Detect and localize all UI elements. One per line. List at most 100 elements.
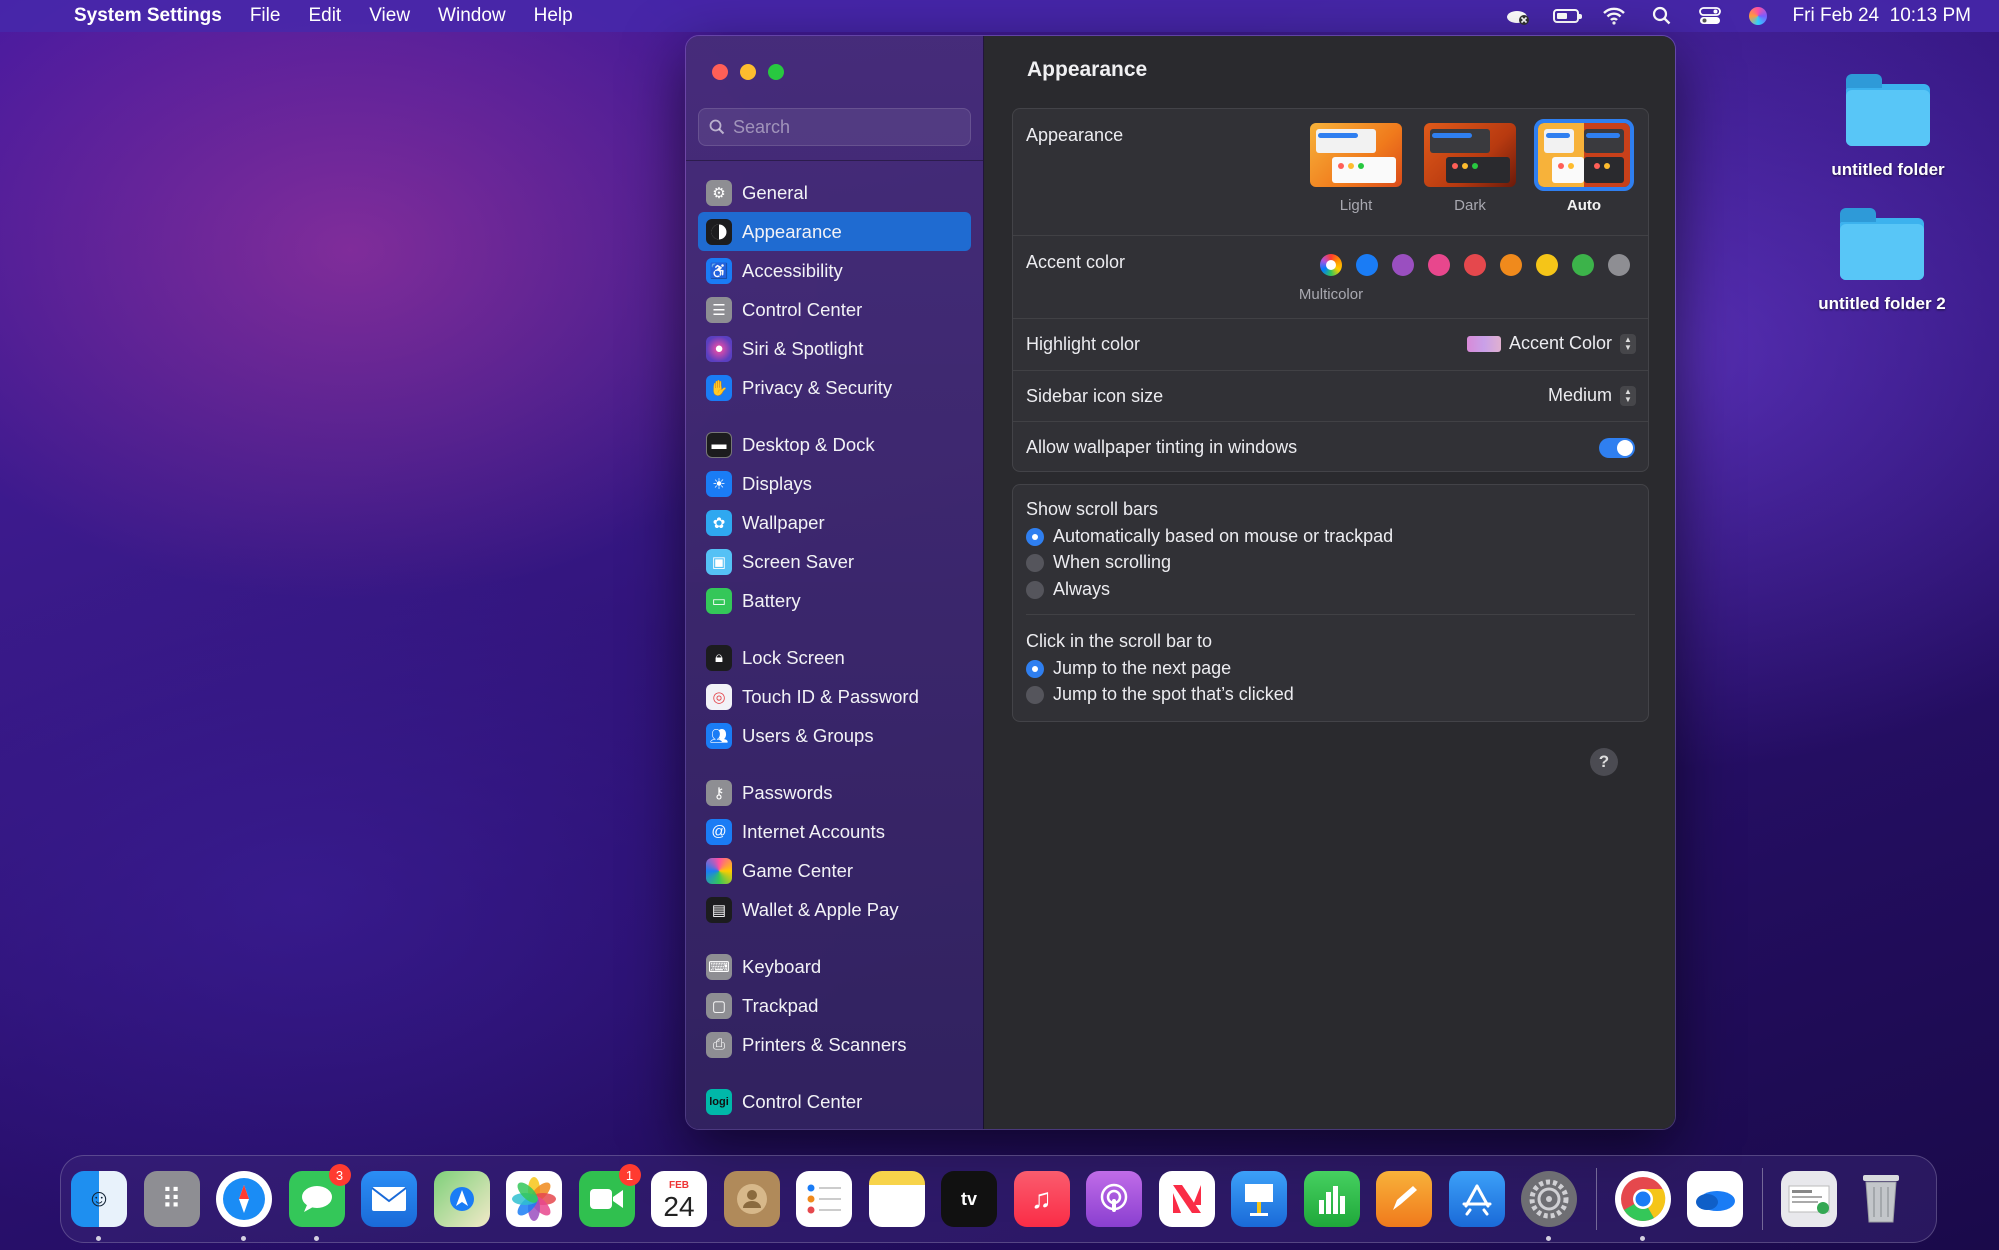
scroll-bars-auto-option[interactable]: Automatically based on mouse or trackpad [1026,526,1393,547]
launchpad-icon[interactable]: ⠿ [143,1171,200,1227]
menu-help[interactable]: Help [520,5,587,27]
close-button[interactable] [712,64,728,80]
onedrive-icon[interactable] [1687,1171,1743,1227]
folder-label: untitled folder 2 [1818,294,1946,313]
click-next-page-option[interactable]: Jump to the next page [1026,658,1231,679]
sidebar-item-label: Touch ID & Password [742,685,919,707]
sidebar-item-passwords[interactable]: ⚷ Passwords [698,773,971,812]
accent-graphite-swatch[interactable] [1608,254,1630,276]
reminders-icon[interactable] [796,1171,852,1227]
sidebar-item-logi-control-center[interactable]: logi Control Center [698,1082,971,1121]
podcasts-icon[interactable] [1086,1171,1142,1227]
sidebar-item-desktop-dock[interactable]: ▬ Desktop & Dock [698,425,971,464]
calendar-icon[interactable]: FEB 24 [651,1171,707,1227]
accent-multicolor-swatch[interactable] [1320,254,1342,276]
messages-icon[interactable]: 3 [288,1164,351,1241]
sidebar-icon-size-popup[interactable]: Medium ▲ ▼ [1548,385,1636,406]
menu-clock[interactable]: Fri Feb 24 10:13 PM [1793,5,1971,27]
window-preview [1432,133,1472,138]
control-center-icon[interactable] [1697,6,1723,26]
apple-tv-icon[interactable]: tv [941,1171,997,1227]
contacts-icon[interactable] [723,1171,780,1227]
sidebar-item-siri-spotlight[interactable]: ● Siri & Spotlight [698,329,971,368]
wifi-icon[interactable] [1601,6,1627,26]
game-center-icon [706,857,732,884]
finder-icon[interactable]: ☺ [71,1171,127,1241]
news-icon[interactable] [1158,1171,1215,1227]
search-field[interactable] [698,108,971,146]
app-menu[interactable]: System Settings [72,5,236,27]
radio-label: Automatically based on mouse or trackpad [1053,526,1394,546]
sidebar-item-privacy-security[interactable]: ✋ Privacy & Security [698,368,971,407]
wallpaper-tinting-toggle[interactable] [1599,438,1635,458]
menu-view[interactable]: View [355,5,424,27]
sidebar-item-label: Battery [742,589,801,611]
sidebar-item-appearance[interactable]: Appearance [698,212,971,251]
accent-orange-swatch[interactable] [1500,254,1522,276]
scroll-bars-always-option[interactable]: Always [1026,579,1110,600]
sidebar-item-displays[interactable]: ☀ Displays [698,464,971,503]
zoom-button[interactable] [768,64,784,80]
accent-blue-swatch[interactable] [1356,254,1378,276]
trash-icon[interactable] [1853,1171,1909,1227]
spotlight-search-icon[interactable] [1649,6,1675,26]
sidebar-item-general[interactable]: ⚙ General [698,173,971,212]
menu-edit[interactable]: Edit [294,5,355,27]
maps-icon[interactable] [433,1171,490,1227]
siri-icon[interactable] [1745,6,1771,26]
sidebar-item-screen-saver[interactable]: ▣ Screen Saver [698,542,971,581]
sidebar-item-wallpaper[interactable]: ✿ Wallpaper [698,503,971,542]
app-store-icon[interactable] [1448,1171,1505,1227]
accent-green-swatch[interactable] [1572,254,1594,276]
sidebar-item-control-center[interactable]: ☰ Control Center [698,290,971,329]
photos-icon[interactable] [506,1171,562,1227]
accent-pink-swatch[interactable] [1428,254,1450,276]
help-button[interactable]: ? [1590,748,1618,776]
accent-purple-swatch[interactable] [1392,254,1414,276]
notes-icon[interactable] [868,1171,925,1227]
sidebar-item-keyboard[interactable]: ⌨ Keyboard [698,947,971,986]
keyboard-icon: ⌨ [706,953,732,980]
window-preview [1584,157,1624,183]
sidebar-item-users-groups[interactable]: 👥︎ Users & Groups [698,716,971,755]
menu-window[interactable]: Window [424,5,520,27]
sidebar-item-accessibility[interactable]: ♿ Accessibility [698,251,971,290]
dock-divider [1595,1168,1597,1230]
system-settings-icon[interactable] [1521,1171,1577,1241]
safari-icon[interactable] [216,1171,272,1241]
highlight-color-popup[interactable]: Accent Color ▲ ▼ [1466,333,1636,354]
theme-auto-option[interactable]: Auto [1534,119,1634,214]
sidebar-item-trackpad[interactable]: ▢ Trackpad [698,986,971,1025]
accent-yellow-swatch[interactable] [1536,254,1558,276]
sidebar-item-touch-id[interactable]: ◎ Touch ID & Password [698,677,971,716]
desktop-folder[interactable]: untitled folder 2 [1797,208,1967,314]
scroll-bars-scrolling-option[interactable]: When scrolling [1026,552,1171,573]
minimize-button[interactable] [740,64,756,80]
desktop-folder[interactable]: untitled folder [1803,74,1973,180]
sidebar-item-internet-accounts[interactable]: @ Internet Accounts [698,812,971,851]
accent-red-swatch[interactable] [1464,254,1486,276]
sidebar-item-game-center[interactable]: Game Center [698,851,971,890]
theme-dark-option[interactable]: Dark [1422,123,1518,214]
battery-icon[interactable] [1552,6,1582,26]
pages-icon[interactable] [1376,1171,1432,1227]
facetime-icon[interactable]: 1 [578,1164,641,1227]
key-icon: ⚷ [706,779,732,806]
wallpaper-tinting-label: Allow wallpaper tinting in windows [1026,437,1298,457]
keynote-icon[interactable] [1231,1171,1287,1227]
mail-icon[interactable] [361,1171,417,1227]
click-spot-option[interactable]: Jump to the spot that’s clicked [1026,684,1294,705]
sidebar-item-printers-scanners[interactable]: ⎙ Printers & Scanners [698,1025,971,1064]
chrome-icon[interactable] [1614,1171,1671,1241]
numbers-icon[interactable] [1303,1171,1360,1227]
sidebar-item-battery[interactable]: ▭ Battery [698,581,971,620]
sidebar-item-wallet[interactable]: ▤ Wallet & Apple Pay [698,890,971,929]
sidebar-item-lock-screen[interactable]: 🔒︎ Lock Screen [698,638,971,677]
downloads-stack-icon[interactable] [1780,1171,1837,1227]
search-input[interactable] [733,116,953,138]
theme-light-option[interactable]: Light [1308,123,1404,214]
menu-file[interactable]: File [236,5,295,27]
creative-cloud-icon[interactable] [1505,6,1531,26]
music-icon[interactable]: ♫ [1013,1171,1070,1227]
logi-icon: logi [706,1088,732,1115]
